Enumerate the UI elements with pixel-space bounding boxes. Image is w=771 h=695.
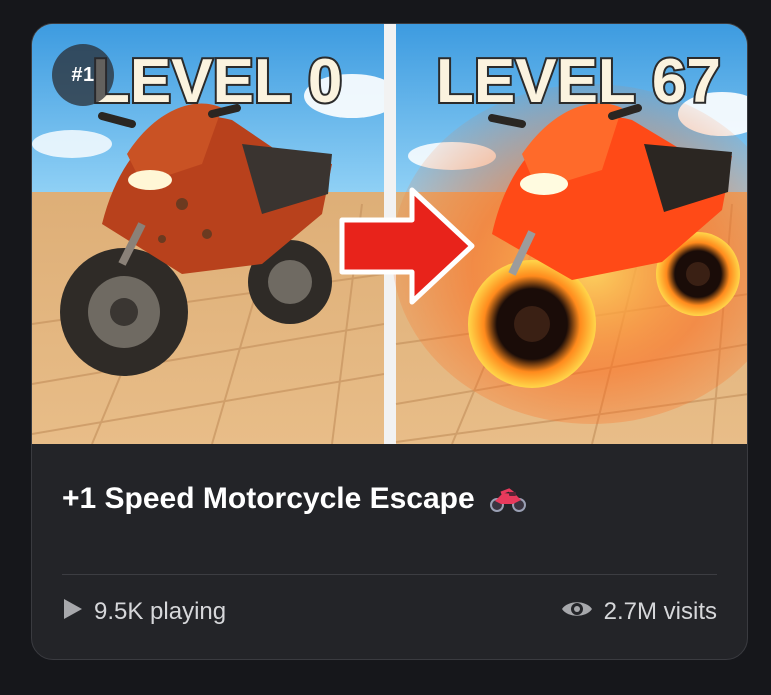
game-title[interactable]: +1 Speed Motorcycle Escape	[62, 482, 475, 516]
visits-stat: 2.7M visits	[560, 597, 717, 628]
rank-badge: #1	[52, 44, 114, 106]
playing-count: 9.5K playing	[94, 598, 227, 625]
title-row[interactable]: +1 Speed Motorcycle Escape	[62, 476, 717, 522]
game-card[interactable]: LEVEL 0 LEVEL 67 #1 +1 Speed Motorcycle …	[31, 23, 748, 660]
thumbnail-image: LEVEL 0 LEVEL 67	[32, 24, 747, 444]
right-panel-title: LEVEL 67	[436, 47, 721, 116]
motorcycle-emoji-icon	[489, 484, 527, 514]
play-icon	[62, 597, 84, 628]
game-thumbnail[interactable]: LEVEL 0 LEVEL 67 #1	[32, 24, 747, 444]
card-divider	[62, 574, 717, 575]
playing-stat: 9.5K playing	[62, 597, 226, 628]
eye-icon	[560, 597, 594, 628]
visits-count: 2.7M visits	[603, 598, 717, 625]
stats-row: 9.5K playing 2.7M visits	[62, 594, 717, 630]
left-panel-title: LEVEL 0	[92, 47, 342, 116]
